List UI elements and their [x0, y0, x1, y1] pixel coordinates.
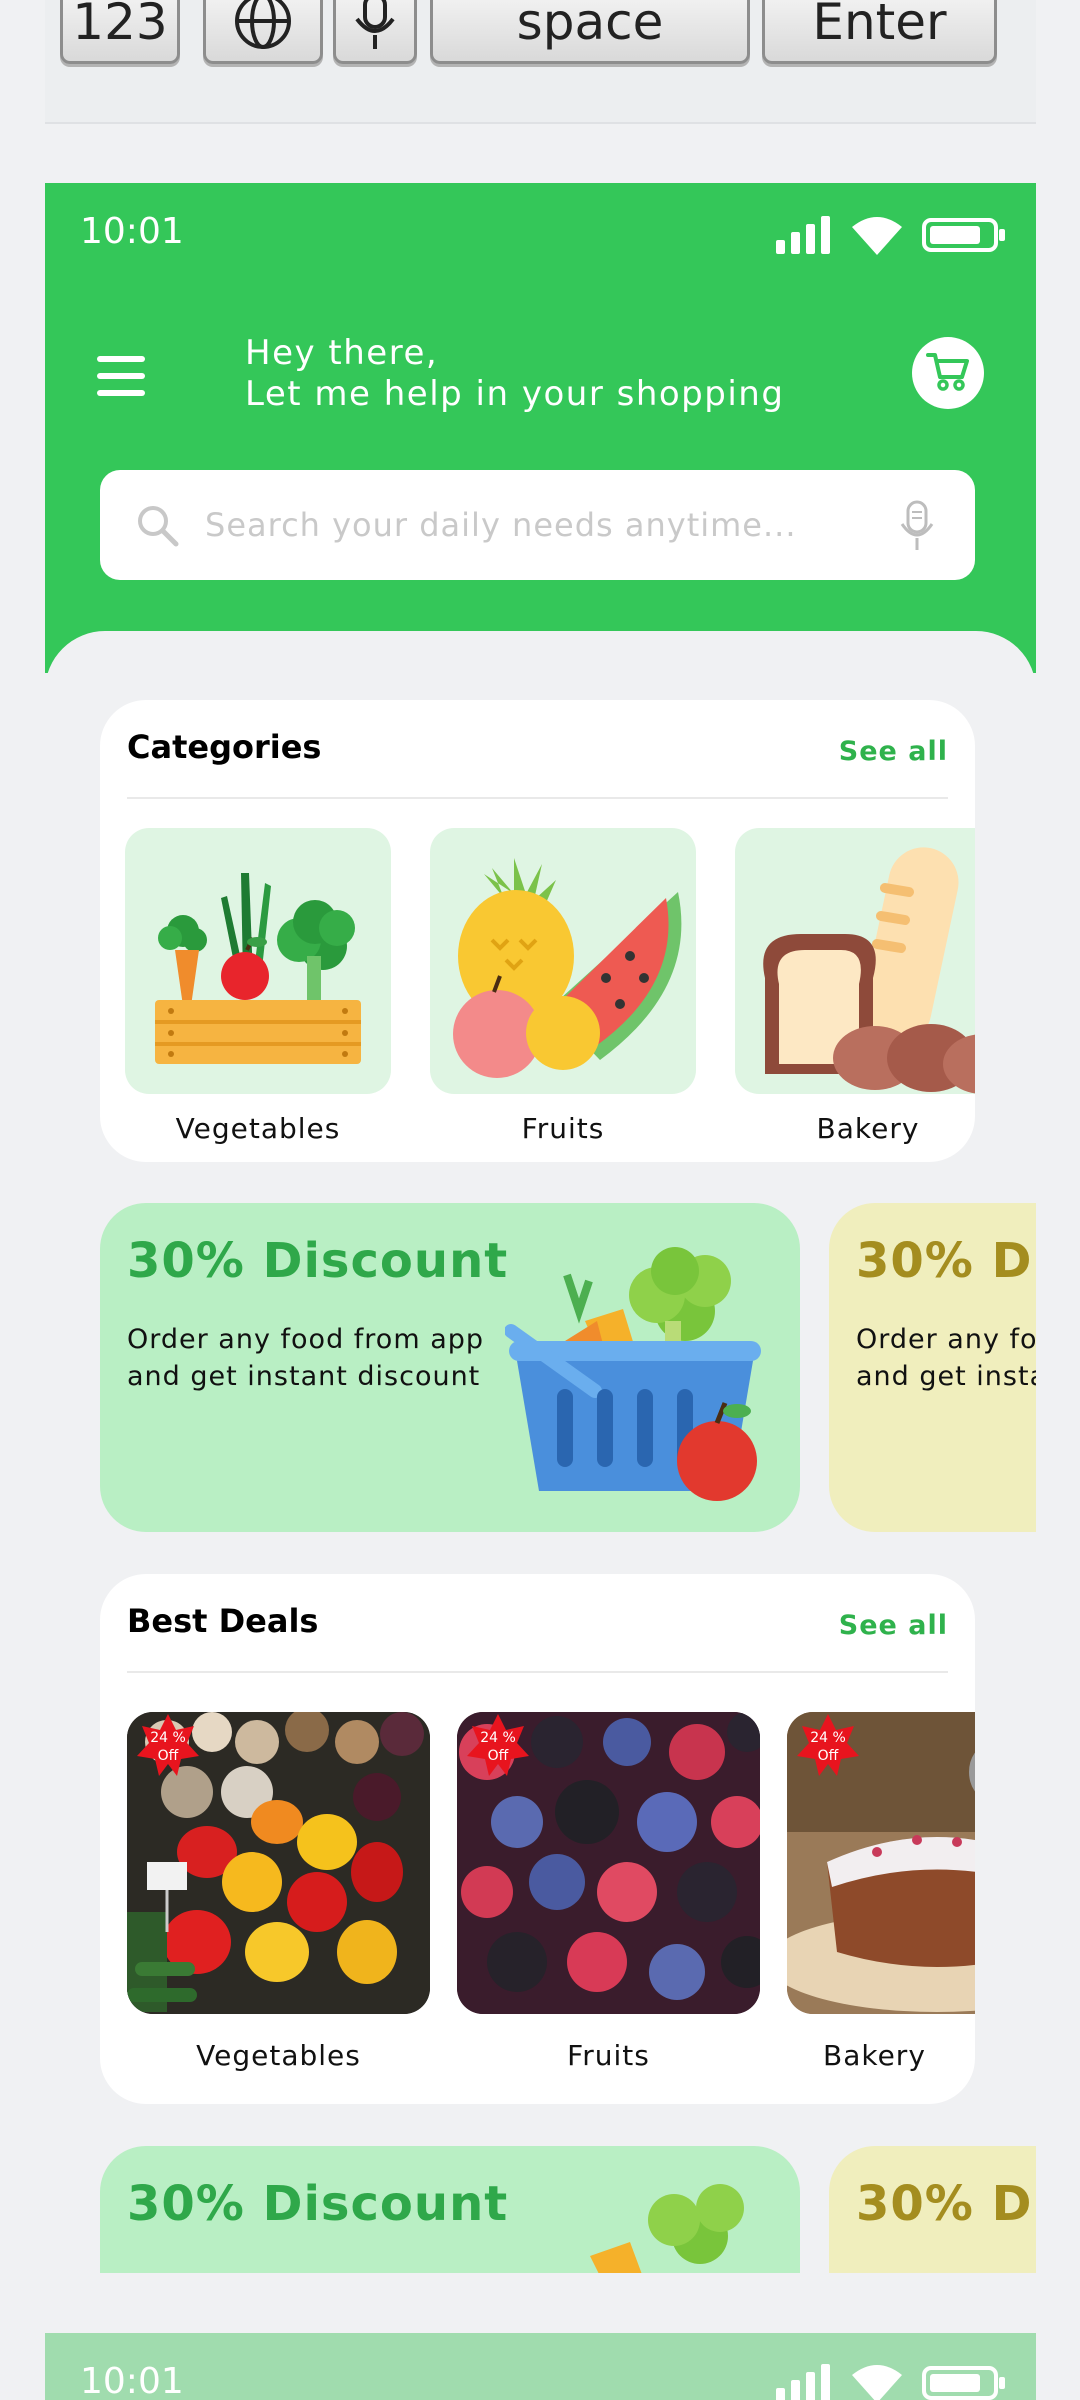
keyboard-strip: 123 space Enter — [45, 0, 1036, 124]
mic-key-icon — [353, 0, 397, 51]
search-bar[interactable] — [100, 470, 975, 580]
categories-card: Categories See all Vegetables Fruits Bak… — [100, 700, 975, 1162]
promo-line1: Order any food from app — [856, 1324, 1036, 1355]
cart-button[interactable] — [912, 337, 984, 409]
promo-card-2[interactable]: 30% Discount Order any food from app and… — [829, 1203, 1036, 1532]
best-deals-title: Best Deals — [127, 1602, 319, 1640]
badge-off: Off — [487, 1748, 509, 1764]
basket-illustration — [590, 2184, 744, 2273]
deal-image-vegetables[interactable]: 24 % Off — [127, 1712, 430, 2014]
fruits-illustration — [453, 858, 682, 1078]
categories-title: Categories — [127, 728, 322, 766]
signal-icon — [776, 2364, 832, 2400]
next-screen-header: 10:01 — [45, 2333, 1036, 2400]
wifi-icon — [852, 2363, 902, 2400]
deal-label-vegetables: Vegetables — [196, 2039, 361, 2072]
promo-title: 30% Discount — [127, 2176, 509, 2232]
category-tile-bakery[interactable] — [735, 828, 975, 1094]
mic-key[interactable] — [333, 0, 417, 64]
promo-title: 30% Discount — [127, 1233, 509, 1289]
promo-line2: and get instant discount — [856, 1361, 1036, 1392]
globe-icon — [233, 0, 293, 51]
gap — [0, 2273, 1080, 2333]
greeting-line1: Hey there, — [245, 333, 439, 373]
discount-badge: 24 % Off — [135, 1729, 201, 1765]
globe-key[interactable] — [203, 0, 323, 64]
search-icon — [135, 503, 179, 551]
discount-badge: 24 % Off — [465, 1729, 531, 1765]
status-time: 10:01 — [80, 2361, 184, 2400]
greeting-line2: Let me help in your shopping — [245, 374, 785, 414]
basket-illustration — [505, 1247, 761, 1501]
badge-off: Off — [817, 1748, 839, 1764]
promo-line1: Order any food from app — [127, 1324, 485, 1355]
promo-card-4[interactable]: 30% Discount — [829, 2146, 1036, 2273]
divider — [127, 797, 948, 799]
discount-badge: 24 % Off — [795, 1729, 861, 1765]
search-input[interactable] — [205, 500, 865, 550]
category-tile-vegetables[interactable] — [125, 828, 391, 1094]
key-123-label: 123 — [72, 0, 168, 51]
category-label-fruits: Fruits — [521, 1112, 605, 1145]
promo-card-1[interactable]: 30% Discount Order any food from app and… — [100, 1203, 800, 1532]
badge-off: Off — [157, 1748, 179, 1764]
key-enter-label: Enter — [812, 0, 947, 51]
header: 10:01 Hey there, Let me help in your sho… — [45, 183, 1036, 673]
promo-card-3[interactable]: 30% Discount — [100, 2146, 800, 2273]
mic-icon[interactable] — [899, 500, 935, 556]
divider — [127, 1671, 948, 1673]
battery-icon — [922, 2366, 1006, 2400]
signal-icon — [776, 216, 832, 258]
key-space[interactable]: space — [430, 0, 750, 64]
deal-image-fruits[interactable]: 24 % Off — [457, 1712, 760, 2014]
battery-icon — [922, 218, 1006, 256]
wifi-icon — [852, 215, 902, 259]
greeting: Hey there, Let me help in your shopping — [245, 333, 784, 415]
vegetables-illustration — [155, 873, 361, 1064]
promo-line2: and get instant discount — [127, 1361, 481, 1392]
categories-see-all-link[interactable]: See all — [839, 736, 948, 767]
app-screen: 10:01 Hey there, Let me help in your sho… — [45, 183, 1036, 2273]
key-123[interactable]: 123 — [60, 0, 180, 64]
bakery-illustration — [763, 847, 975, 1094]
status-icons — [776, 215, 1006, 259]
promo-text: Order any food from app and get instant … — [127, 1321, 484, 1395]
badge-percent: 24 % — [810, 1730, 846, 1746]
key-space-label: space — [516, 0, 664, 51]
deal-image-bakery[interactable]: 24 % Off — [787, 1712, 975, 2014]
badge-percent: 24 % — [480, 1730, 516, 1746]
category-label-vegetables: Vegetables — [175, 1112, 341, 1145]
cart-icon — [926, 351, 970, 395]
status-time: 10:01 — [80, 211, 184, 252]
best-deals-see-all-link[interactable]: See all — [839, 1610, 948, 1641]
deal-label-fruits: Fruits — [567, 2039, 650, 2072]
badge-percent: 24 % — [150, 1730, 186, 1746]
category-tile-fruits[interactable] — [430, 828, 696, 1094]
promo-text: Order any food from app and get instant … — [856, 1321, 1036, 1395]
promo-title: 30% Discount — [856, 2176, 1036, 2232]
menu-icon[interactable] — [97, 356, 145, 396]
status-icons — [776, 2363, 1006, 2400]
promo-title: 30% Discount — [856, 1233, 1036, 1289]
best-deals-card: Best Deals See all 24 % Off Vegetables 2… — [100, 1574, 975, 2104]
key-enter[interactable]: Enter — [762, 0, 997, 64]
deal-label-bakery: Bakery — [823, 2039, 926, 2072]
category-label-bakery: Bakery — [816, 1112, 920, 1145]
